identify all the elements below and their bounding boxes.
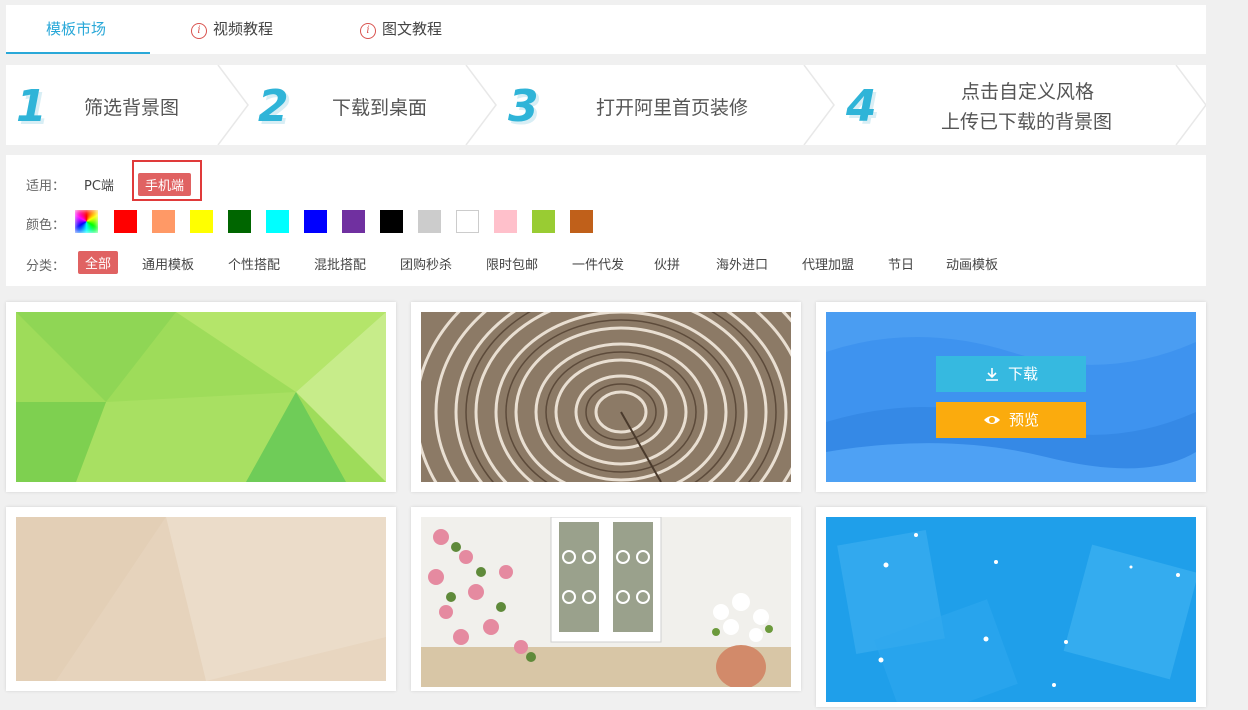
color-swatch[interactable] — [494, 210, 517, 233]
apply-option-mobile[interactable]: 手机端 — [138, 173, 192, 196]
template-card[interactable] — [6, 507, 396, 691]
step-1: 1 筛选背景图 — [6, 65, 246, 145]
step-text-line2: 上传已下载的背景图 — [941, 111, 1113, 133]
apply-label: 适用： — [26, 179, 66, 194]
step-number: 3 — [508, 81, 539, 132]
color-swatch[interactable] — [570, 210, 593, 233]
step-text: 打开阿里首页装修 — [596, 97, 749, 119]
template-card[interactable] — [411, 302, 801, 492]
category-all[interactable]: 全部 — [78, 251, 119, 274]
step-number: 4 — [846, 81, 877, 132]
template-card[interactable] — [6, 302, 396, 492]
template-card-hovered[interactable]: 下载 预览 — [816, 302, 1206, 492]
template-thumbnail — [16, 517, 386, 681]
tab-video-tutorial[interactable]: i 视频教程 — [191, 5, 273, 54]
chevron-divider-icon — [1175, 65, 1206, 145]
category-item[interactable]: 伙拼 — [654, 254, 680, 273]
category-item[interactable]: 限时包邮 — [486, 254, 538, 273]
category-item[interactable]: 节日 — [888, 254, 914, 273]
color-swatch[interactable] — [380, 210, 403, 233]
category-item[interactable]: 通用模板 — [142, 254, 194, 273]
step-number: 2 — [258, 81, 289, 132]
category-item[interactable]: 个性搭配 — [228, 254, 280, 273]
color-swatch[interactable] — [152, 210, 175, 233]
step-3: 3 打开阿里首页装修 — [496, 65, 806, 145]
preview-button[interactable]: 预览 — [936, 402, 1086, 438]
color-swatch[interactable] — [266, 210, 289, 233]
category-item[interactable]: 动画模板 — [946, 254, 998, 273]
apply-option-pc[interactable]: PC端 — [84, 175, 114, 194]
tab-template-market[interactable]: 模板市场 — [46, 5, 106, 54]
template-thumbnail: 下载 预览 — [826, 312, 1196, 482]
category-item[interactable]: 团购秒杀 — [400, 254, 452, 273]
color-swatch[interactable] — [342, 210, 365, 233]
template-card[interactable] — [816, 507, 1206, 707]
chevron-divider-icon — [465, 65, 497, 145]
download-icon — [985, 368, 998, 381]
color-swatch[interactable] — [304, 210, 327, 233]
color-swatch[interactable] — [190, 210, 213, 233]
info-icon: i — [191, 23, 207, 39]
download-button[interactable]: 下载 — [936, 356, 1086, 392]
template-thumbnail — [826, 517, 1196, 702]
color-swatch[interactable] — [418, 210, 441, 233]
tab-article-tutorial[interactable]: i 图文教程 — [360, 5, 442, 54]
step-text-line1: 点击自定义风格 — [961, 81, 1095, 103]
step-number: 1 — [16, 81, 47, 132]
color-swatch[interactable] — [228, 210, 251, 233]
template-thumbnail — [421, 312, 791, 482]
step-text: 筛选背景图 — [84, 97, 180, 119]
active-tab-indicator — [6, 52, 150, 54]
color-swatch[interactable] — [114, 210, 137, 233]
step-4: 4 点击自定义风格 上传已下载的背景图 — [836, 65, 1206, 145]
color-swatch[interactable] — [456, 210, 479, 233]
filter-panel: 适用： PC端 手机端 颜色： 分类： 全部 通用模板 个性搭配 混批搭配 团购秒杀 限时… — [6, 155, 1206, 286]
template-card[interactable] — [411, 507, 801, 691]
info-icon: i — [360, 23, 376, 39]
eye-icon — [983, 416, 1000, 424]
chevron-divider-icon — [217, 65, 249, 145]
category-label: 分类： — [26, 259, 66, 274]
category-item[interactable]: 一件代发 — [572, 254, 624, 273]
category-item[interactable]: 代理加盟 — [802, 254, 854, 273]
step-text: 下载到桌面 — [332, 97, 428, 119]
category-item[interactable]: 海外进口 — [716, 254, 768, 273]
tab-bar: 模板市场 i 视频教程 i 图文教程 — [6, 5, 1206, 54]
category-item[interactable]: 混批搭配 — [314, 254, 366, 273]
chevron-divider-icon — [803, 65, 835, 145]
template-thumbnail — [16, 312, 386, 482]
template-thumbnail — [421, 517, 791, 687]
step-2: 2 下载到桌面 — [246, 65, 496, 145]
step-guide: 1 筛选背景图 2 下载到桌面 3 打开阿里首页装修 4 点击自定义风格 上传已… — [6, 65, 1206, 145]
color-label: 颜色： — [26, 218, 66, 233]
color-swatch[interactable] — [532, 210, 555, 233]
color-swatch-all[interactable] — [75, 210, 98, 233]
